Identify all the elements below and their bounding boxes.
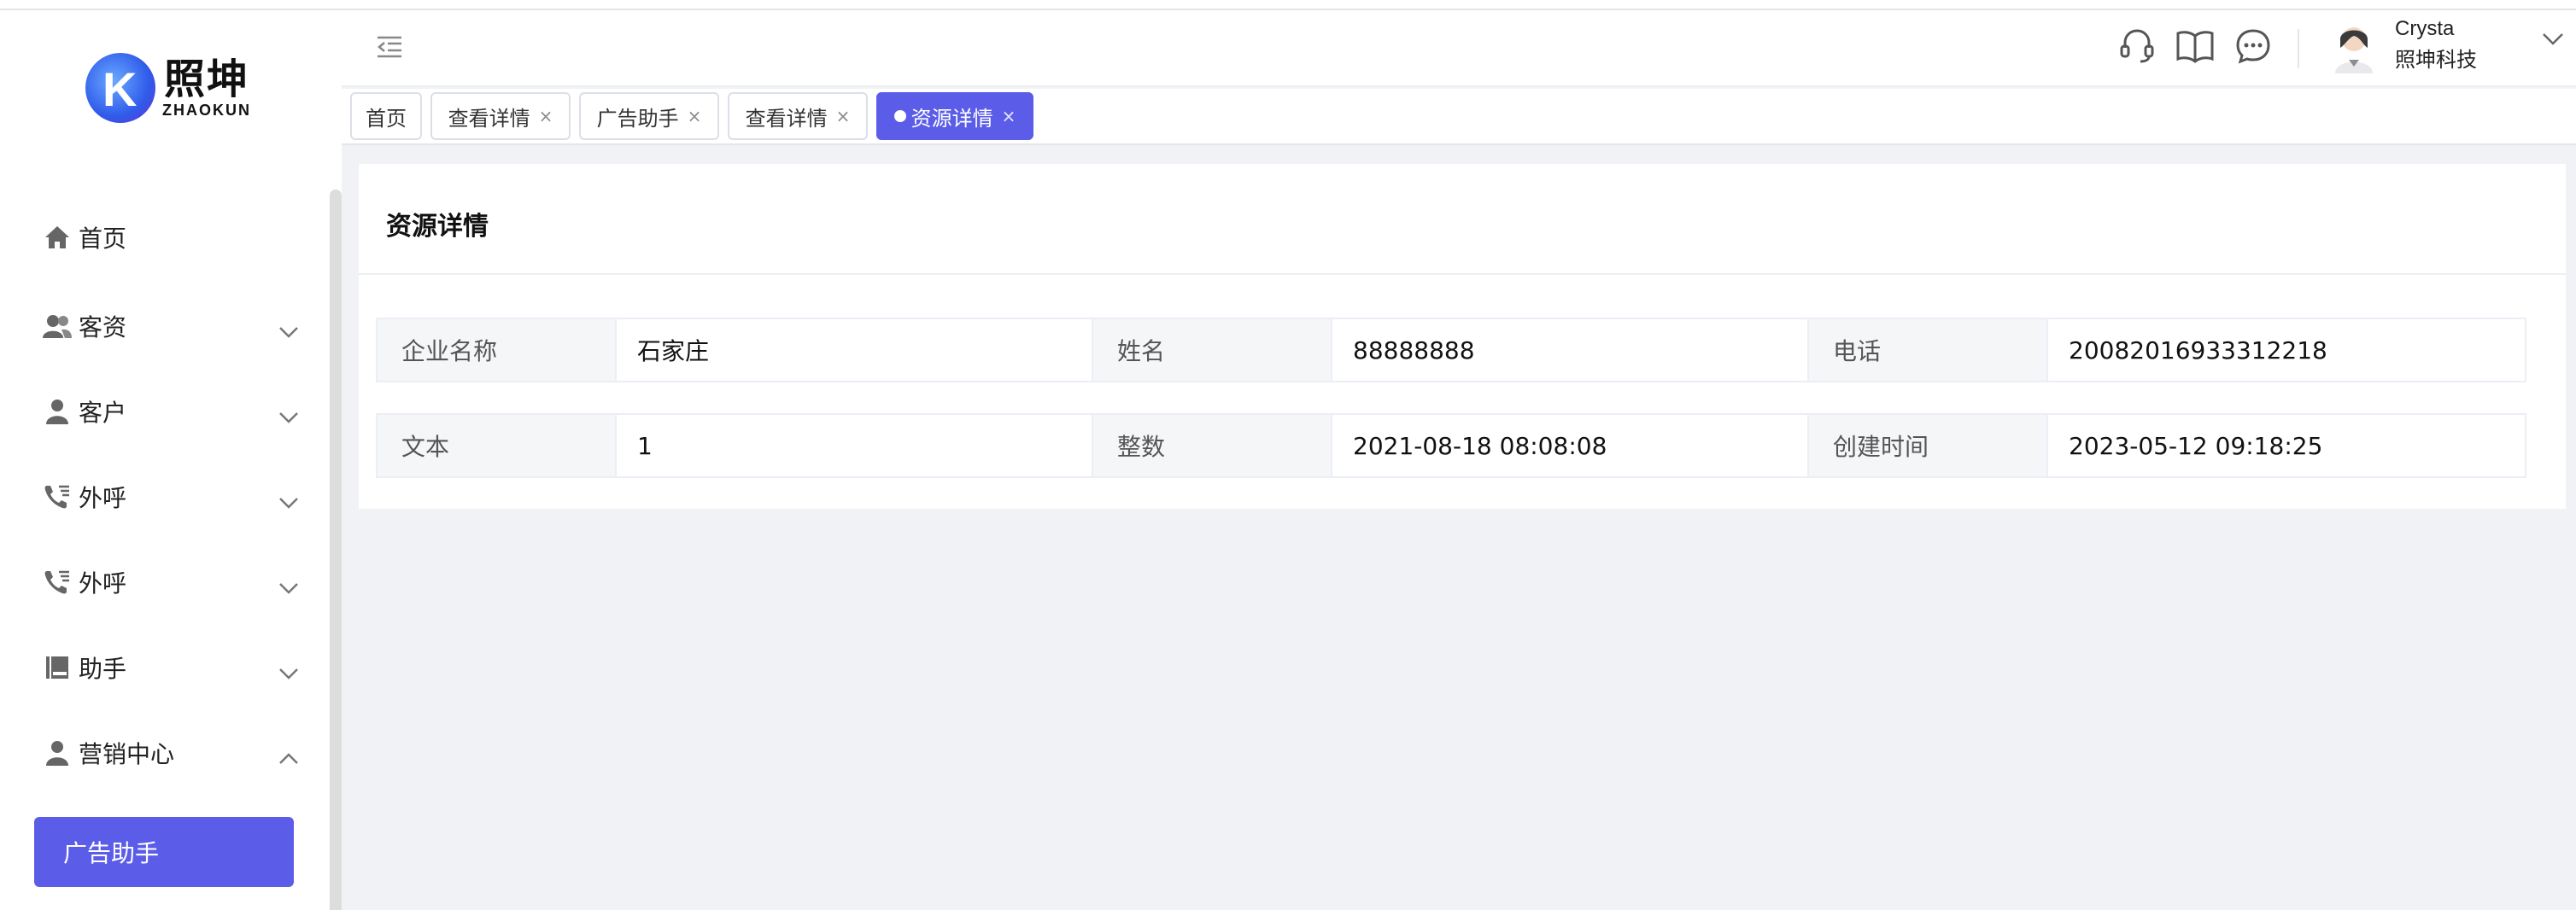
user-icon — [43, 397, 72, 426]
chevron-up-icon — [278, 743, 299, 771]
phone-icon — [43, 568, 72, 597]
sidebar-item-label: 营销中心 — [79, 740, 175, 768]
tab-ad-assistant[interactable]: 广告助手 × — [579, 92, 719, 140]
detail-value: 88888888 — [1332, 319, 1809, 381]
headset-icon[interactable] — [2116, 26, 2157, 67]
book-icon — [43, 653, 72, 682]
chevron-down-icon — [278, 316, 299, 344]
tab-resource-details[interactable]: 资源详情 × — [876, 92, 1033, 140]
user-icon — [43, 738, 72, 767]
sidebar-item-outbound-1[interactable]: 外呼 — [43, 471, 299, 522]
tab-label: 查看详情 — [745, 106, 828, 131]
top-border — [0, 0, 2576, 10]
detail-value: 2021-08-18 08:08:08 — [1332, 415, 1809, 476]
sidebar-item-home[interactable]: 首页 — [43, 212, 299, 263]
chevron-down-icon[interactable] — [2542, 32, 2564, 50]
sidebar-item-label: 客户 — [79, 399, 127, 427]
tab-label: 查看详情 — [448, 106, 530, 131]
chat-icon[interactable] — [2233, 26, 2274, 67]
tab-label: 首页 — [366, 106, 407, 131]
avatar[interactable] — [2332, 22, 2376, 73]
logo-cn: 照坤 — [163, 55, 249, 103]
home-icon — [43, 223, 72, 252]
chevron-down-icon — [278, 657, 299, 685]
page-title: 资源详情 — [386, 212, 489, 242]
sidebar-item-label: 客资 — [79, 313, 127, 341]
detail-row: 企业名称 石家庄 姓名 88888888 电话 2008201693331221… — [376, 318, 2526, 382]
menu-collapse-icon[interactable] — [376, 36, 403, 62]
users-icon — [43, 312, 72, 341]
detail-row: 文本 1 整数 2021-08-18 08:08:08 创建时间 2023-05… — [376, 413, 2526, 478]
close-icon[interactable]: × — [688, 106, 702, 126]
sidebar-item-label: 外呼 — [79, 569, 127, 598]
detail-label: 整数 — [1093, 415, 1332, 476]
detail-label: 文本 — [378, 415, 617, 476]
sidebar-item-label: 首页 — [79, 225, 127, 253]
detail-value: 石家庄 — [617, 319, 1093, 381]
sidebar-subitem-ad-assistant[interactable]: 广告助手 — [34, 817, 294, 887]
sidebar-scrollbar[interactable] — [330, 190, 342, 910]
chevron-down-icon — [278, 572, 299, 600]
tab-view-details-2[interactable]: 查看详情 × — [728, 92, 868, 140]
sidebar-item-leads[interactable]: 客资 — [43, 300, 299, 352]
detail-label: 姓名 — [1093, 319, 1332, 381]
detail-label: 创建时间 — [1809, 415, 2048, 476]
chevron-down-icon — [278, 401, 299, 429]
user-name[interactable]: Crysta — [2395, 17, 2454, 41]
sidebar-item-marketing[interactable]: 营销中心 — [43, 727, 299, 779]
logo-mark — [85, 53, 155, 123]
book-open-icon[interactable] — [2175, 26, 2216, 67]
detail-value: 20082016933312218 — [2048, 319, 2525, 381]
divider — [359, 273, 2566, 275]
user-company[interactable]: 照坤科技 — [2395, 43, 2477, 73]
tab-view-details-1[interactable]: 查看详情 × — [430, 92, 571, 140]
close-icon[interactable]: × — [836, 106, 851, 126]
sidebar-item-outbound-2[interactable]: 外呼 — [43, 557, 299, 608]
detail-label: 电话 — [1809, 319, 2048, 381]
tab-home[interactable]: 首页 — [350, 92, 422, 140]
tab-label: 资源详情 — [910, 106, 993, 131]
header: Crysta 照坤科技 — [342, 10, 2576, 87]
sidebar-item-label: 助手 — [79, 655, 127, 683]
logo: 照坤 ZHAOKUN — [85, 53, 251, 123]
sidebar-item-label: 外呼 — [79, 484, 127, 512]
detail-value: 1 — [617, 415, 1093, 476]
detail-label: 企业名称 — [378, 319, 617, 381]
tab-label: 广告助手 — [596, 106, 679, 131]
logo-en: ZHAOKUN — [162, 101, 251, 119]
detail-value: 2023-05-12 09:18:25 — [2048, 415, 2525, 476]
tabs-bar: 首页 查看详情 × 广告助手 × 查看详情 × 资源详情 × — [342, 89, 2576, 145]
sidebar-item-assistant[interactable]: 助手 — [43, 642, 299, 693]
active-dot-icon — [893, 110, 906, 122]
logo-text: 照坤 ZHAOKUN — [162, 57, 251, 120]
sidebar: 照坤 ZHAOKUN 首页 客资 客户 外呼 — [0, 10, 342, 910]
sidebar-item-customers[interactable]: 客户 — [43, 386, 299, 437]
close-icon[interactable]: × — [539, 106, 553, 126]
header-divider — [2298, 29, 2299, 68]
chevron-down-icon — [278, 487, 299, 515]
phone-icon — [43, 482, 72, 511]
close-icon[interactable]: × — [1002, 106, 1016, 126]
